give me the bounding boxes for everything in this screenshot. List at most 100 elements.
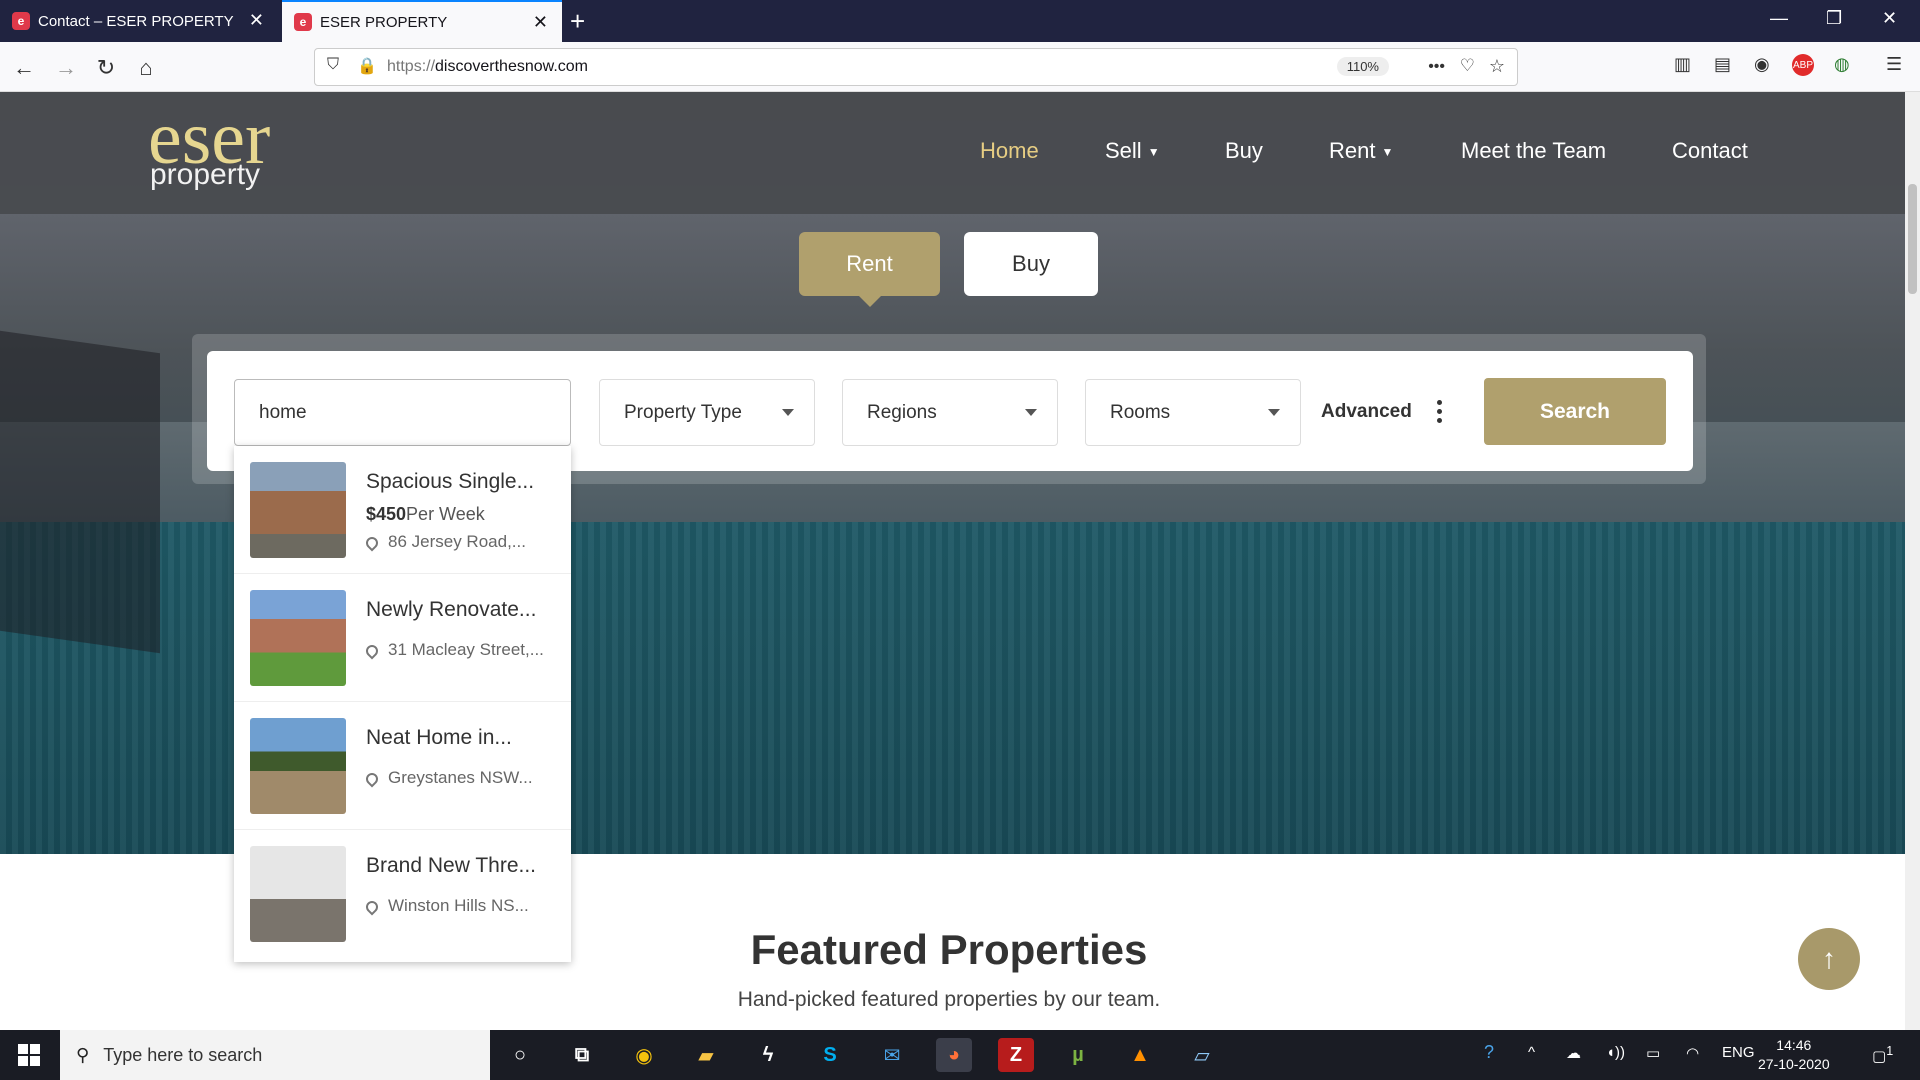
- suggestion-item[interactable]: Newly Renovate... 31 Macleay Street,...: [234, 574, 571, 702]
- app-window-icon[interactable]: ▱: [1184, 1038, 1220, 1072]
- pocket-icon[interactable]: ♡: [1460, 56, 1475, 76]
- suggestion-address: Greystanes NSW...: [363, 768, 533, 788]
- close-tab-icon[interactable]: ✕: [249, 10, 264, 31]
- tab-contact[interactable]: e Contact – ESER PROPERTY ✕: [0, 0, 278, 42]
- location-pin-icon: [363, 770, 381, 788]
- site-header: eser property Home Sell ▼ Buy Rent ▼ Meet …: [0, 92, 1905, 214]
- nav-contact[interactable]: Contact: [1672, 138, 1748, 164]
- task-view-icon[interactable]: ⧉: [564, 1038, 600, 1072]
- url-text[interactable]: https://discoverthesnow.com: [387, 58, 588, 76]
- regions-select[interactable]: Regions: [842, 379, 1058, 446]
- cortana-icon[interactable]: ○: [502, 1038, 538, 1072]
- zoom-level[interactable]: 110%: [1336, 57, 1389, 76]
- lock-icon[interactable]: 🔒: [357, 56, 377, 76]
- more-actions-icon[interactable]: •••: [1428, 58, 1445, 76]
- close-tab-icon[interactable]: ✕: [533, 12, 548, 33]
- rent-tab[interactable]: Rent: [799, 232, 940, 296]
- minimize-icon[interactable]: —: [1770, 8, 1788, 29]
- library-icon[interactable]: ▥: [1674, 54, 1691, 75]
- notification-count: 1: [1886, 1044, 1894, 1058]
- caret-down-icon: ▼: [1381, 145, 1394, 160]
- browser-toolbar: ← → ↻ ⌂ ⛉ 🔒 https://discoverthesnow.com …: [0, 42, 1920, 92]
- vlc-icon[interactable]: ▲: [1122, 1038, 1158, 1072]
- nav-meet-the-team[interactable]: Meet the Team: [1461, 138, 1606, 164]
- file-explorer-icon[interactable]: ▰: [688, 1038, 724, 1072]
- search-button[interactable]: Search: [1484, 378, 1666, 445]
- utorrent-icon[interactable]: µ: [1060, 1038, 1096, 1072]
- nav-home[interactable]: Home: [980, 138, 1039, 164]
- clock[interactable]: 14:46 27-10-2020: [1758, 1036, 1830, 1074]
- nav-rent[interactable]: Rent ▼: [1329, 138, 1393, 164]
- menu-icon[interactable]: ☰: [1886, 54, 1902, 75]
- suggestion-price: $450Per Week: [366, 504, 485, 524]
- property-thumbnail: [250, 590, 346, 686]
- wifi-icon[interactable]: ◠: [1686, 1044, 1699, 1062]
- mail-icon[interactable]: ✉: [874, 1038, 910, 1072]
- skype-icon[interactable]: S: [812, 1038, 848, 1072]
- filezilla-icon[interactable]: Z: [998, 1038, 1034, 1072]
- account-icon[interactable]: ◉: [1754, 54, 1770, 75]
- search-suggestions: Spacious Single... $450Per Week 86 Jerse…: [234, 446, 571, 962]
- suggestion-title: Brand New Thre...: [366, 854, 537, 877]
- suggestion-item[interactable]: Spacious Single... $450Per Week 86 Jerse…: [234, 446, 571, 574]
- keyword-search-input[interactable]: home: [234, 379, 571, 446]
- more-options-icon[interactable]: [1437, 400, 1443, 427]
- new-tab-button[interactable]: +: [570, 6, 585, 37]
- help-icon[interactable]: ?: [1484, 1042, 1494, 1063]
- property-type-select[interactable]: Property Type: [599, 379, 815, 446]
- window-close-icon[interactable]: ✕: [1882, 8, 1897, 29]
- restore-icon[interactable]: ❐: [1826, 8, 1842, 29]
- sidebar-icon[interactable]: ▤: [1714, 54, 1731, 75]
- nav-buy[interactable]: Buy: [1225, 138, 1263, 164]
- clock-time: 14:46: [1776, 1037, 1812, 1053]
- app-bolt-icon[interactable]: ϟ: [750, 1038, 786, 1072]
- location-pin-icon: [363, 534, 381, 552]
- suggestion-address: Winston Hills NS...: [363, 896, 529, 916]
- eser-favicon-icon: e: [294, 13, 312, 31]
- logo-subtitle[interactable]: property: [150, 158, 260, 192]
- suggestion-title: Neat Home in...: [366, 726, 512, 749]
- show-hidden-icons[interactable]: ^: [1528, 1044, 1535, 1061]
- tab-eser-property[interactable]: e ESER PROPERTY ✕: [282, 0, 562, 42]
- adblock-icon[interactable]: ABP: [1792, 54, 1814, 76]
- globe-extension-icon[interactable]: ◍: [1834, 54, 1850, 75]
- property-thumbnail: [250, 462, 346, 558]
- back-button[interactable]: ←: [8, 52, 40, 84]
- dropdown-arrow-icon: [1268, 409, 1280, 416]
- firefox-icon[interactable]: ◕: [936, 1038, 972, 1072]
- nav-sell[interactable]: Sell ▼: [1105, 138, 1160, 164]
- tab-title: ESER PROPERTY: [320, 13, 448, 31]
- featured-heading: Featured Properties: [750, 926, 1148, 973]
- search-icon: ⚲: [76, 1044, 90, 1065]
- notifications-icon[interactable]: ▢1: [1872, 1044, 1893, 1065]
- advanced-toggle[interactable]: Advanced: [1321, 401, 1412, 423]
- vertical-scrollbar[interactable]: [1905, 92, 1920, 1030]
- suggestion-item[interactable]: Neat Home in... Greystanes NSW...: [234, 702, 571, 830]
- volume-icon[interactable]: ◖)): [1606, 1044, 1625, 1061]
- rent-tab-pointer: [859, 296, 881, 307]
- hero-shadow: [0, 330, 160, 654]
- scroll-to-top-button[interactable]: ↑: [1798, 928, 1860, 990]
- rooms-select[interactable]: Rooms: [1085, 379, 1301, 446]
- location-pin-icon: [363, 898, 381, 916]
- forward-button[interactable]: →: [50, 52, 82, 84]
- shield-icon[interactable]: ⛉: [327, 56, 339, 74]
- chrome-icon[interactable]: ◉: [626, 1038, 662, 1072]
- address-bar[interactable]: ⛉ 🔒 https://discoverthesnow.com 110% •••…: [314, 48, 1518, 86]
- scrollbar-thumb[interactable]: [1908, 184, 1917, 294]
- suggestion-address: 31 Macleay Street,...: [363, 640, 544, 660]
- taskbar-search-placeholder: Type here to search: [103, 1044, 263, 1065]
- browser-tab-bar: e Contact – ESER PROPERTY ✕ e ESER PROPE…: [0, 0, 1920, 42]
- caret-down-icon: ▼: [1147, 145, 1160, 160]
- home-icon[interactable]: ⌂: [130, 52, 162, 84]
- property-thumbnail: [250, 718, 346, 814]
- reload-button[interactable]: ↻: [90, 52, 122, 84]
- arrow-up-icon: ↑: [1822, 943, 1836, 974]
- language-indicator[interactable]: ENG: [1722, 1044, 1755, 1061]
- bookmark-star-icon[interactable]: ☆: [1489, 56, 1505, 77]
- windows-start-icon[interactable]: [18, 1044, 40, 1066]
- onedrive-icon[interactable]: ☁: [1566, 1044, 1581, 1062]
- taskbar-search-box[interactable]: ⚲ Type here to search: [60, 1030, 490, 1080]
- battery-icon[interactable]: ▭: [1646, 1044, 1660, 1062]
- buy-tab[interactable]: Buy: [964, 232, 1098, 296]
